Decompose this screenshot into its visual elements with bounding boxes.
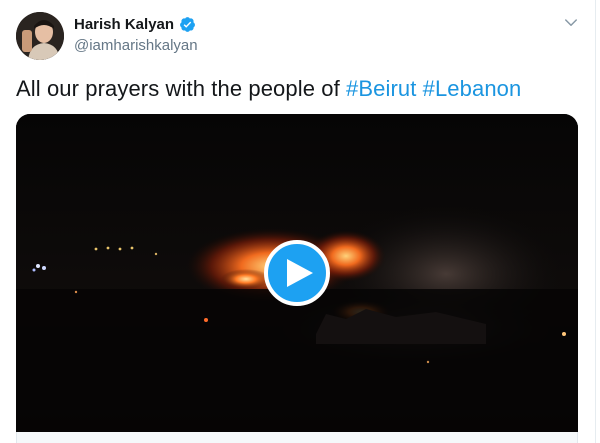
chevron-down-icon[interactable] [562, 14, 580, 32]
author-avatar[interactable] [16, 12, 64, 60]
author-display-name[interactable]: Harish Kalyan [74, 16, 174, 33]
video-player[interactable] [16, 114, 578, 432]
author-handle[interactable]: @iamharishkalyan [74, 37, 198, 54]
hashtag-beirut[interactable]: #Beirut [346, 76, 416, 101]
author-name-row: Harish Kalyan [74, 16, 196, 33]
tweet-card: Harish Kalyan @iamharishkalyan All our p… [0, 0, 600, 443]
tweet-text: All our prayers with the people of #Beir… [16, 76, 521, 102]
avatar-photo-icon [16, 12, 64, 60]
play-button[interactable] [264, 240, 330, 306]
media-card-footer [16, 432, 578, 443]
verified-badge-icon [180, 17, 195, 32]
tweet-text-body: All our prayers with the people of [16, 76, 347, 101]
hashtag-lebanon[interactable]: #Lebanon [423, 76, 522, 101]
play-icon [287, 259, 313, 287]
